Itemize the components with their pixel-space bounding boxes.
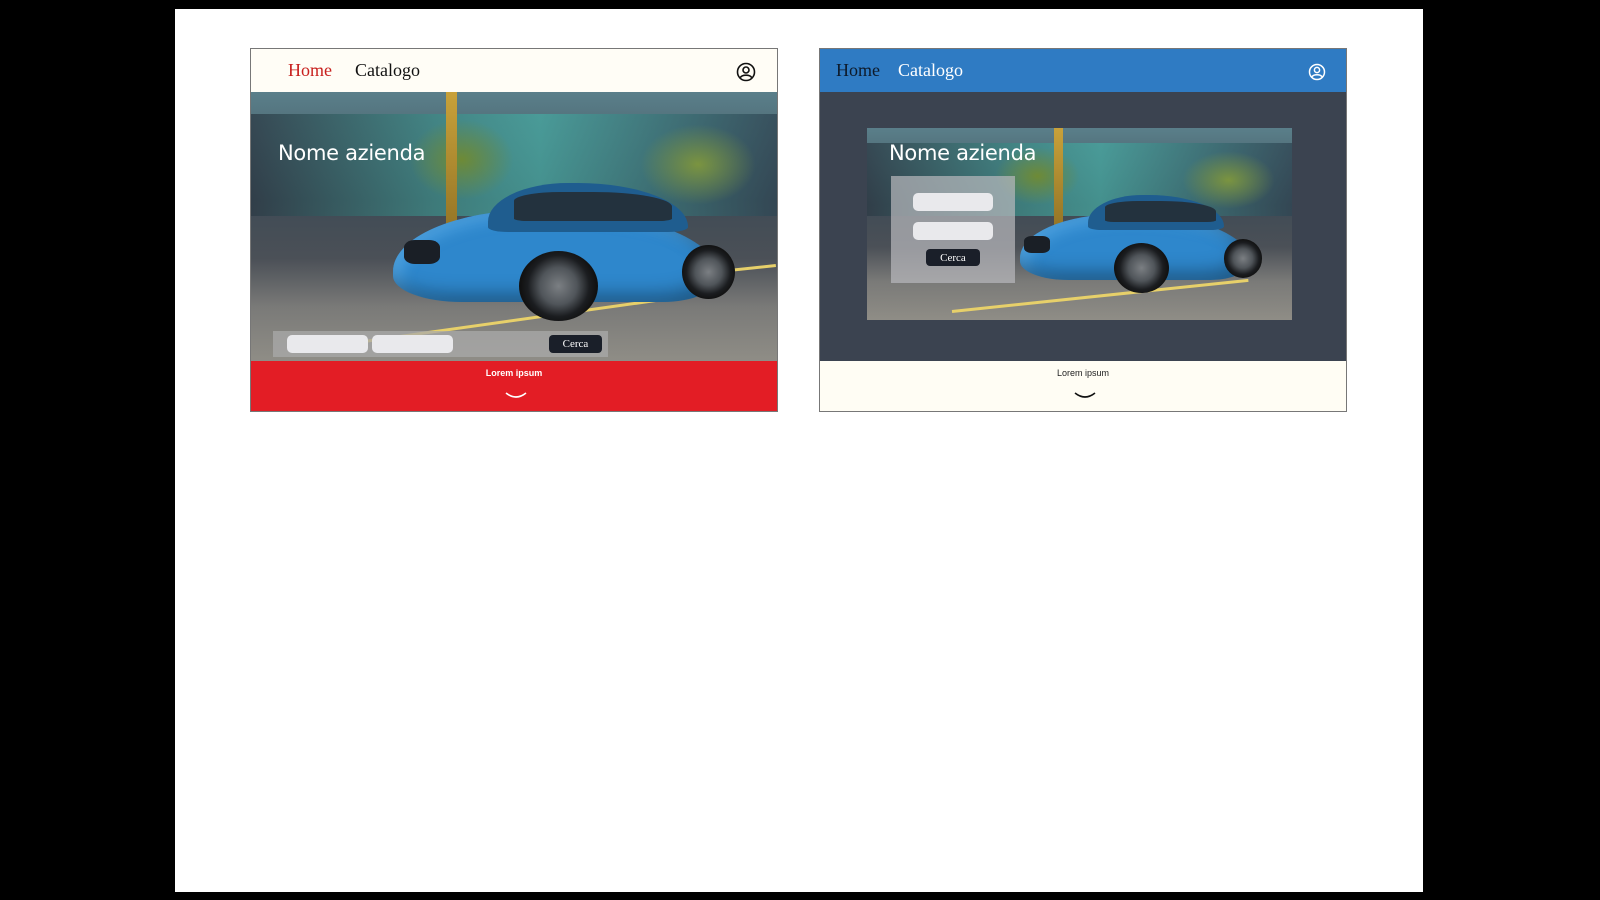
footer-bar: Lorem ipsum (820, 361, 1346, 411)
nav-catalog-link[interactable]: Catalogo (355, 60, 420, 81)
user-circle-icon[interactable] (1307, 62, 1327, 82)
search-button[interactable]: Cerca (549, 335, 602, 353)
chevron-down-icon[interactable] (504, 391, 528, 401)
search-field-2[interactable] (372, 335, 453, 353)
company-name: Nome azienda (889, 141, 1037, 165)
company-name: Nome azienda (278, 141, 426, 165)
search-field-1[interactable] (287, 335, 368, 353)
footer-text: Lorem ipsum (1056, 368, 1110, 378)
navbar: Home Catalogo (251, 49, 777, 92)
footer-text: Lorem ipsum (485, 368, 543, 378)
user-circle-icon[interactable] (736, 62, 756, 82)
mockup-red-variant: Home Catalogo Nome azienda Cerca Lorem i… (250, 48, 778, 412)
nav-home-link[interactable]: Home (836, 60, 880, 81)
mockup-blue-variant: Home Catalogo Nome azienda Cerca Lorem i… (819, 48, 1347, 412)
footer-bar: Lorem ipsum (251, 361, 777, 411)
hero-car-image (251, 92, 777, 361)
search-panel: Cerca (891, 176, 1015, 283)
navbar: Home Catalogo (820, 49, 1346, 92)
slide: Home Catalogo Nome azienda Cerca Lorem i… (175, 9, 1423, 892)
chevron-down-icon[interactable] (1073, 391, 1097, 401)
search-field-2[interactable] (913, 222, 993, 240)
search-field-1[interactable] (913, 193, 993, 211)
search-bar: Cerca (273, 331, 608, 357)
nav-catalog-link[interactable]: Catalogo (898, 60, 963, 81)
nav-home-link[interactable]: Home (288, 60, 332, 81)
search-button[interactable]: Cerca (926, 249, 980, 266)
